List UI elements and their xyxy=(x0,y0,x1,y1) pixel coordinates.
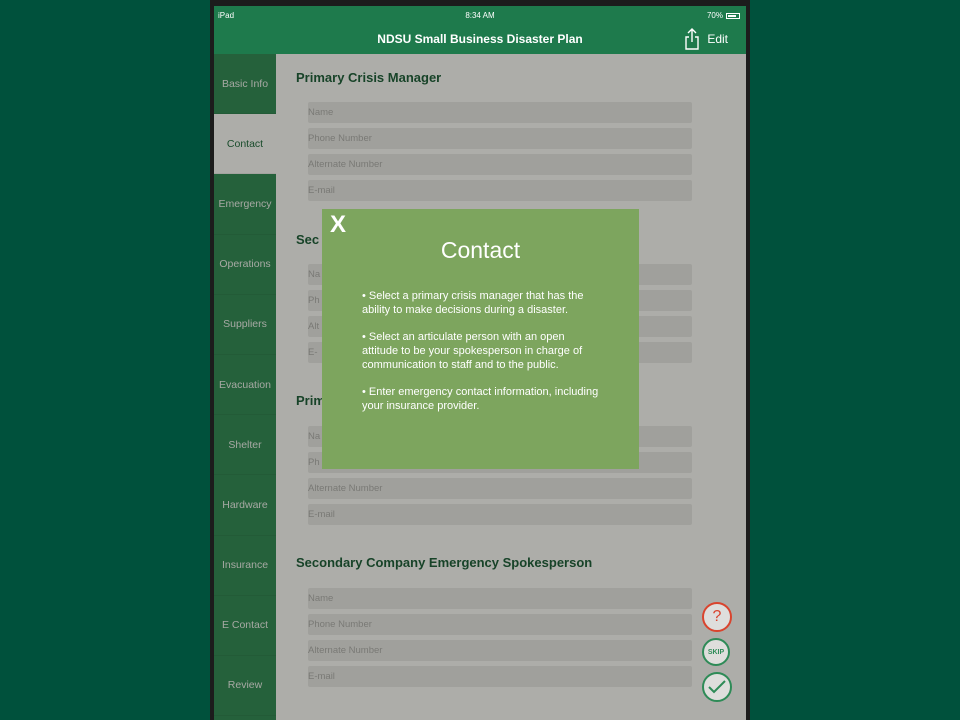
checkmark-icon xyxy=(708,680,726,694)
app-screen: iPad 8:34 AM 70% NDSU Small Business Dis… xyxy=(214,6,746,720)
share-icon[interactable] xyxy=(684,28,700,50)
modal-body: • Select a primary crisis manager that h… xyxy=(362,289,602,426)
skip-button[interactable]: SKIP xyxy=(702,638,730,666)
modal-bullet: • Enter emergency contact information, i… xyxy=(362,386,599,412)
help-modal: X Contact • Select a primary crisis mana… xyxy=(322,209,639,469)
status-right: 70% xyxy=(707,11,740,20)
ipad-frame: iPad 8:34 AM 70% NDSU Small Business Dis… xyxy=(210,0,750,720)
modal-title: Contact xyxy=(440,237,521,263)
app-title: NDSU Small Business Disaster Plan xyxy=(377,32,583,46)
close-modal-button[interactable]: X xyxy=(330,211,346,239)
battery-icon xyxy=(726,12,740,19)
done-button[interactable] xyxy=(702,672,732,702)
help-button[interactable]: ? xyxy=(702,602,732,632)
edit-button[interactable]: Edit xyxy=(707,32,728,46)
modal-bullet: • Select a primary crisis manager that h… xyxy=(362,290,584,316)
status-bar: iPad 8:34 AM 70% xyxy=(214,6,746,26)
nav-bar: NDSU Small Business Disaster Plan Edit xyxy=(214,26,746,54)
battery-percent: 70% xyxy=(706,11,723,20)
status-time: 8:34 AM xyxy=(465,11,495,20)
modal-bullet: • Select an articulate person with an op… xyxy=(362,331,583,371)
